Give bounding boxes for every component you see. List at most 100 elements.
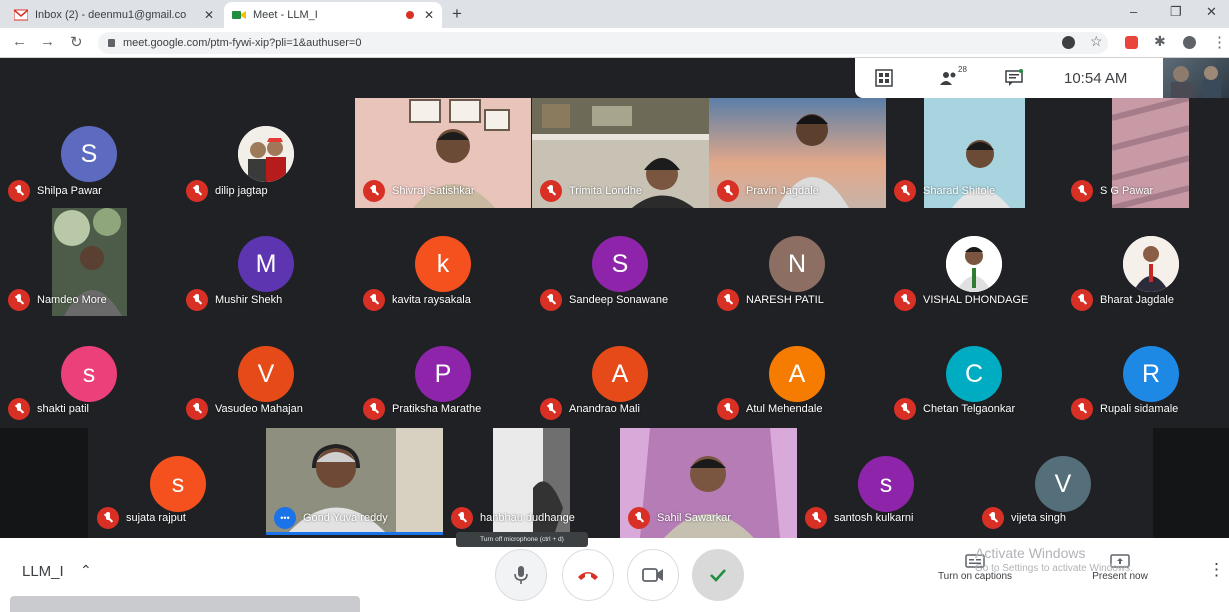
extensions-puzzle-icon[interactable]: ✱ (1154, 33, 1166, 50)
tab-meet[interactable]: Meet - LLM_I ✕ (224, 2, 442, 28)
self-view-thumbnail[interactable] (1163, 58, 1229, 98)
muted-mic-icon (186, 180, 208, 202)
chat-icon[interactable] (1005, 69, 1023, 87)
leave-call-button[interactable] (562, 549, 614, 601)
reload-icon[interactable]: ↻ (70, 33, 83, 51)
ready-check-button[interactable] (692, 549, 744, 601)
participant-label: Pratiksha Marathe (363, 398, 481, 420)
speaking-indicator-icon: ••• (274, 507, 296, 529)
muted-mic-icon (717, 289, 739, 311)
muted-mic-icon (186, 289, 208, 311)
participant-avatar: V (1035, 456, 1091, 512)
browser-tab-bar: Inbox (2) - deenmu1@gmail.co ✕ Meet - LL… (0, 0, 1229, 28)
participant-label: Shivraj Satishkar (363, 180, 475, 202)
more-options-icon[interactable]: ⋮ (1208, 560, 1225, 580)
profile-avatar-icon[interactable] (1183, 36, 1196, 49)
participant-label: S G Pawar (1071, 180, 1153, 202)
participant-label: kavita raysakala (363, 289, 471, 311)
participant-avatar: V (238, 346, 294, 402)
bookmark-star-icon[interactable]: ☆ (1090, 33, 1103, 50)
muted-mic-icon (97, 507, 119, 529)
participant-name: Shilpa Pawar (37, 185, 102, 197)
muted-mic-icon (540, 289, 562, 311)
camera-icon (642, 568, 663, 582)
participant-name: Sandeep Sonawane (569, 294, 669, 306)
muted-mic-icon (894, 289, 916, 311)
mic-tooltip: Turn off microphone (ctrl + d) (456, 532, 588, 547)
microphone-button[interactable] (495, 549, 547, 601)
participant-avatar: R (1123, 346, 1179, 402)
participant-grid: S Shilpa Pawar dilip jagtap Shivraj Sati… (0, 98, 1229, 538)
participant-label: Rupali sidamale (1071, 398, 1178, 420)
participant-label: ••• Gond Yuva reddy (274, 507, 388, 529)
participant-label: dilip jagtap (186, 180, 268, 202)
participant-name: Gond Yuva reddy (303, 512, 388, 524)
muted-mic-icon (1071, 289, 1093, 311)
extension-icon[interactable] (1125, 36, 1138, 49)
browser-menu-icon[interactable]: ⋮ (1212, 33, 1227, 51)
url-text: meet.google.com/ptm-fywi-xip?pli=1&authu… (123, 37, 362, 49)
forward-icon[interactable]: → (40, 33, 55, 50)
participant-label: VISHAL DHONDAGE (894, 289, 1028, 311)
watermark-subtitle: Go to Settings to activate Windows. (975, 563, 1133, 574)
participant-label: sujata rajput (97, 507, 186, 529)
hang-up-icon (578, 572, 598, 580)
participant-name: VISHAL DHONDAGE (923, 294, 1029, 306)
participant-name: hanbhau dudhange (480, 512, 575, 524)
participant-label: hanbhau dudhange (451, 507, 575, 529)
participant-label: Sandeep Sonawane (540, 289, 668, 311)
participant-avatar: A (769, 346, 825, 402)
checkmark-icon (710, 569, 726, 582)
participant-name: Trimita Londhe (569, 185, 642, 197)
participant-name: Namdeo More (37, 294, 107, 306)
close-tab-icon[interactable]: ✕ (204, 8, 214, 22)
participant-photo (946, 236, 1002, 292)
close-window-icon[interactable]: ✕ (1206, 4, 1217, 20)
muted-mic-icon (8, 398, 30, 420)
participant-name: Sahil Sawarkar (657, 512, 731, 524)
participant-avatar: s (61, 346, 117, 402)
participant-label: Anandrao Mali (540, 398, 640, 420)
new-tab-button[interactable]: + (452, 4, 462, 24)
minimize-icon[interactable]: – (1130, 4, 1137, 19)
self-video-icon (1171, 66, 1221, 98)
back-icon[interactable]: ← (12, 33, 27, 50)
muted-mic-icon (186, 398, 208, 420)
lock-icon (108, 39, 115, 47)
empty-tile (1153, 428, 1229, 538)
recording-indicator-icon (405, 11, 414, 19)
camera-indicator-icon[interactable] (1062, 36, 1075, 49)
muted-mic-icon (1071, 180, 1093, 202)
participant-name: Vasudeo Mahajan (215, 403, 303, 415)
url-field[interactable]: meet.google.com/ptm-fywi-xip?pli=1&authu… (98, 32, 1108, 54)
watermark-title: Activate Windows (975, 545, 1086, 561)
participant-name: S G Pawar (1100, 185, 1154, 197)
muted-mic-icon (540, 398, 562, 420)
camera-button[interactable] (627, 549, 679, 601)
address-bar: ← → ↻ meet.google.com/ptm-fywi-xip?pli=1… (0, 28, 1229, 58)
close-tab-icon[interactable]: ✕ (424, 8, 434, 22)
participant-label: vijeta singh (982, 507, 1066, 529)
taskbar-preview-strip (10, 596, 360, 612)
muted-mic-icon (451, 507, 473, 529)
muted-mic-icon (363, 398, 385, 420)
muted-mic-icon (717, 398, 739, 420)
layout-grid-icon[interactable] (875, 69, 893, 87)
muted-mic-icon (1071, 398, 1093, 420)
restore-icon[interactable]: ❐ (1170, 4, 1182, 20)
participant-avatar: P (415, 346, 471, 402)
participant-label: Bharat Jagdale (1071, 289, 1174, 311)
participant-label: Sahil Sawarkar (628, 507, 731, 529)
participant-name: Anandrao Mali (569, 403, 640, 415)
muted-mic-icon (363, 289, 385, 311)
muted-mic-icon (363, 180, 385, 202)
participant-name: Sharad Shitole (923, 185, 996, 197)
participant-name: sujata rajput (126, 512, 186, 524)
chevron-up-icon[interactable]: ⌃ (80, 562, 92, 579)
meeting-code[interactable]: LLM_I (22, 563, 64, 580)
muted-mic-icon (8, 180, 30, 202)
tab-gmail[interactable]: Inbox (2) - deenmu1@gmail.co ✕ (6, 2, 222, 28)
participant-avatar: A (592, 346, 648, 402)
gmail-icon (14, 9, 28, 21)
participant-avatar: S (61, 126, 117, 182)
